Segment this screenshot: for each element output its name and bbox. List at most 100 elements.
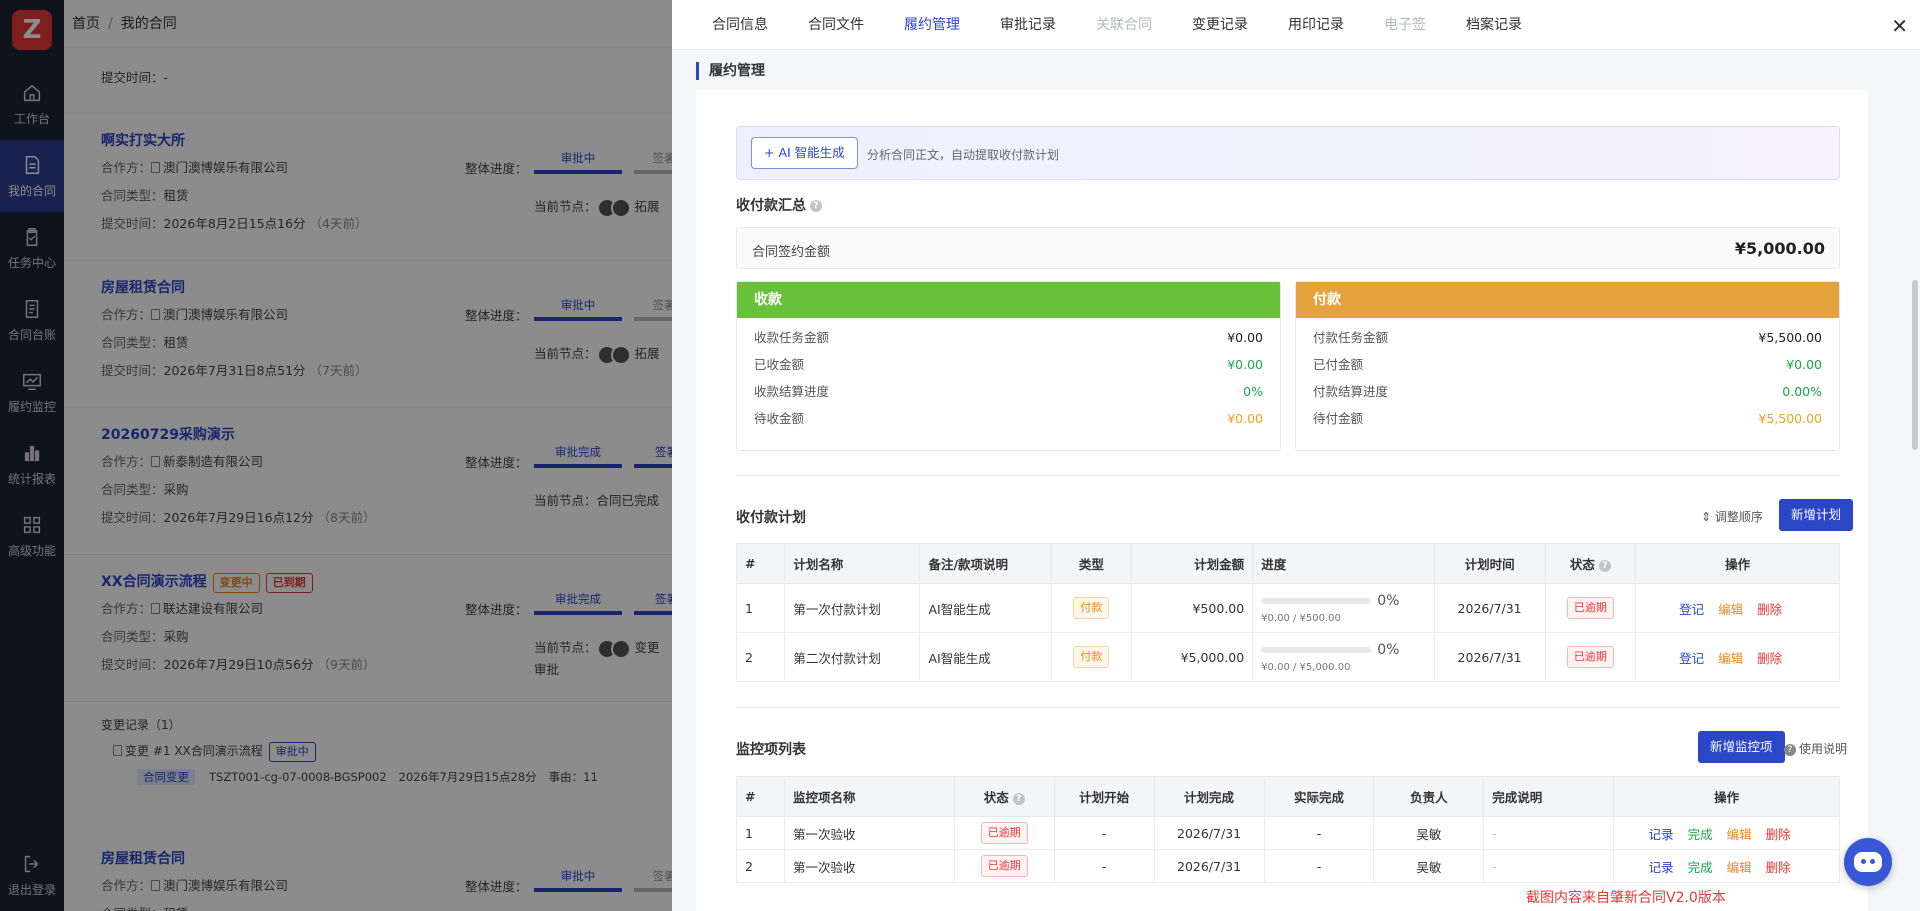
receive-row-label: 待收金额 [754,411,805,426]
plan-status-cell: 已逾期 [1544,632,1637,682]
tab-2[interactable]: 履约管理 [904,0,960,50]
type-badge: 付款 [1073,597,1110,619]
edit-button[interactable]: 编辑 [1727,860,1752,875]
add-monitor-button[interactable]: 新增监控项 [1698,731,1785,763]
tab-1[interactable]: 合同文件 [808,0,864,50]
ai-generate-button[interactable]: + AI 智能生成 [751,137,858,169]
plan-note: AI智能生成 [919,632,1052,682]
plan-end: 2026/7/31 [1153,849,1265,883]
monitor-col-header: 计划完成 [1153,776,1265,817]
tab-7[interactable]: 电子签 [1384,0,1426,50]
plan-type-cell: 付款 [1050,583,1133,633]
receive-card: 收款 收款任务金额 ¥0.00 已收金额 ¥0.00 收款结算进度 0% 待收金额 ¥0.00 [736,281,1281,451]
tab-6[interactable]: 用印记录 [1288,0,1344,50]
tab-5[interactable]: 变更记录 [1192,0,1248,50]
plan-amount: ¥5,000.00 [1131,632,1254,682]
pay-row: 付款任务金额 ¥5,500.00 [1313,324,1822,351]
plan-col-header: 计划金额 [1131,543,1254,584]
robot-icon [1854,852,1882,872]
tab-4[interactable]: 关联合同 [1096,0,1152,50]
delete-button[interactable]: 删除 [1766,827,1791,842]
receive-row-label: 收款结算进度 [754,384,830,399]
edit-button[interactable]: 编辑 [1718,602,1743,617]
plan-col-header: 状态? [1544,543,1637,584]
record-button[interactable]: 记录 [1649,860,1674,875]
plan-col-header: 备注/款项说明 [919,543,1052,584]
usage-help-text: 使用说明 [1799,742,1848,756]
complete-button[interactable]: 完成 [1688,860,1713,875]
tab-0[interactable]: 合同信息 [712,0,768,50]
pay-row-value: 0.00% [1782,384,1822,399]
tab-8[interactable]: 档案记录 [1466,0,1522,50]
plan-progress-cell: 0% ¥0.00 / ¥5,000.00 [1252,632,1435,682]
receive-row-value: 0% [1243,384,1263,399]
help-icon[interactable]: ? [1598,559,1611,572]
receive-row-label: 已收金额 [754,357,805,372]
monitor-col-header: # [736,776,785,817]
scrollbar[interactable] [1912,280,1918,450]
monitor-name: 第一次验收 [783,816,955,850]
plan-table: # 计划名称 备注/款项说明 类型 计划金额 进度 计划时间 状态? 操作 1 第一次付款计划 AI… [735,543,1840,682]
plan-name: 第二次付款计划 [784,632,921,682]
plan-time: 2026/7/31 [1433,632,1546,682]
row-index: 1 [736,816,785,850]
register-button[interactable]: 登记 [1679,651,1704,666]
pay-row: 已付金额 ¥0.00 [1313,351,1822,378]
modal-overlay[interactable] [0,0,672,911]
pay-card-title: 付款 [1296,282,1839,318]
help-icon: ? [1784,743,1796,756]
monitor-col-header: 状态? [953,776,1055,817]
owner: 吴敏 [1373,849,1485,883]
plan-start: - [1053,849,1155,883]
plan-col-header: # [735,543,786,584]
tab-3[interactable]: 审批记录 [1000,0,1056,50]
pay-row: 付款结算进度 0.00% [1313,378,1822,405]
progress-bar [1261,598,1372,604]
receive-row: 已收金额 ¥0.00 [754,351,1263,378]
plan-col-header: 类型 [1050,543,1133,584]
plan-end: 2026/7/31 [1153,816,1265,850]
monitor-name: 第一次验收 [783,849,955,883]
plan-type-cell: 付款 [1050,632,1133,682]
receive-card-title: 收款 [737,282,1280,318]
edit-button[interactable]: 编辑 [1727,827,1752,842]
pay-row-label: 付款结算进度 [1313,384,1389,399]
status-badge: 已逾期 [1566,597,1614,619]
ai-generate-bar: + AI 智能生成 分析合同正文，自动提取收付款计划 [736,126,1840,180]
record-button[interactable]: 记录 [1649,827,1674,842]
contract-detail-drawer: 合同信息 合同文件 履约管理 审批记录 关联合同 变更记录 用印记录 电子签 档案记录 ✕ 履约… [672,0,1920,911]
progress-sub: ¥0.00 / ¥5,000.00 [1261,661,1351,673]
pay-row-value: ¥5,500.00 [1758,330,1822,345]
close-icon[interactable]: ✕ [1891,14,1908,38]
table-row: 1 第一次付款计划 AI智能生成 付款 ¥500.00 0% ¥0.00 / ¥500.00… [735,583,1840,633]
monitor-col-header: 监控项名称 [783,776,955,817]
table-row: 1 第一次验收 已逾期 -2026/7/31- 吴敏 - 记录 完成 编辑 删除 [736,816,1840,850]
table-row: 2 第一次验收 已逾期 -2026/7/31- 吴敏 - 记录 完成 编辑 删除 [736,849,1840,883]
help-icon[interactable]: ? [1012,792,1025,805]
complete-button[interactable]: 完成 [1688,827,1713,842]
monitor-col-header: 计划开始 [1053,776,1155,817]
sign-amount-row: 合同签约金额 ¥5,000.00 [736,227,1840,269]
monitor-col-header-text: 状态 [983,790,1009,805]
add-plan-button[interactable]: 新增计划 [1779,499,1854,531]
monitor-col-header: 实际完成 [1263,776,1375,817]
delete-button[interactable]: 删除 [1757,651,1782,666]
monitor-status-cell: 已逾期 [953,849,1055,883]
plan-start: - [1053,816,1155,850]
usage-help-link[interactable]: ? 使用说明 [1784,740,1847,757]
register-button[interactable]: 登记 [1679,602,1704,617]
edit-button[interactable]: 编辑 [1718,651,1743,666]
reorder-button[interactable]: ⇕ 调整顺序 [1701,508,1763,525]
help-icon[interactable]: ? [810,200,822,212]
plan-col-header: 计划时间 [1433,543,1546,584]
delete-button[interactable]: 删除 [1757,602,1782,617]
monitor-title: 监控项列表 [736,742,806,758]
row-index: 2 [736,849,785,883]
plan-progress-cell: 0% ¥0.00 / ¥500.00 [1252,583,1435,633]
delete-button[interactable]: 删除 [1766,860,1791,875]
chatbot-button[interactable] [1844,838,1892,886]
pay-row-value: ¥0.00 [1786,357,1822,372]
footnote: 截图内容来自肇新合同V2.0版本 [1526,890,1726,906]
completion-desc: - [1483,849,1615,883]
summary-title-text: 收付款汇总 [736,198,806,214]
